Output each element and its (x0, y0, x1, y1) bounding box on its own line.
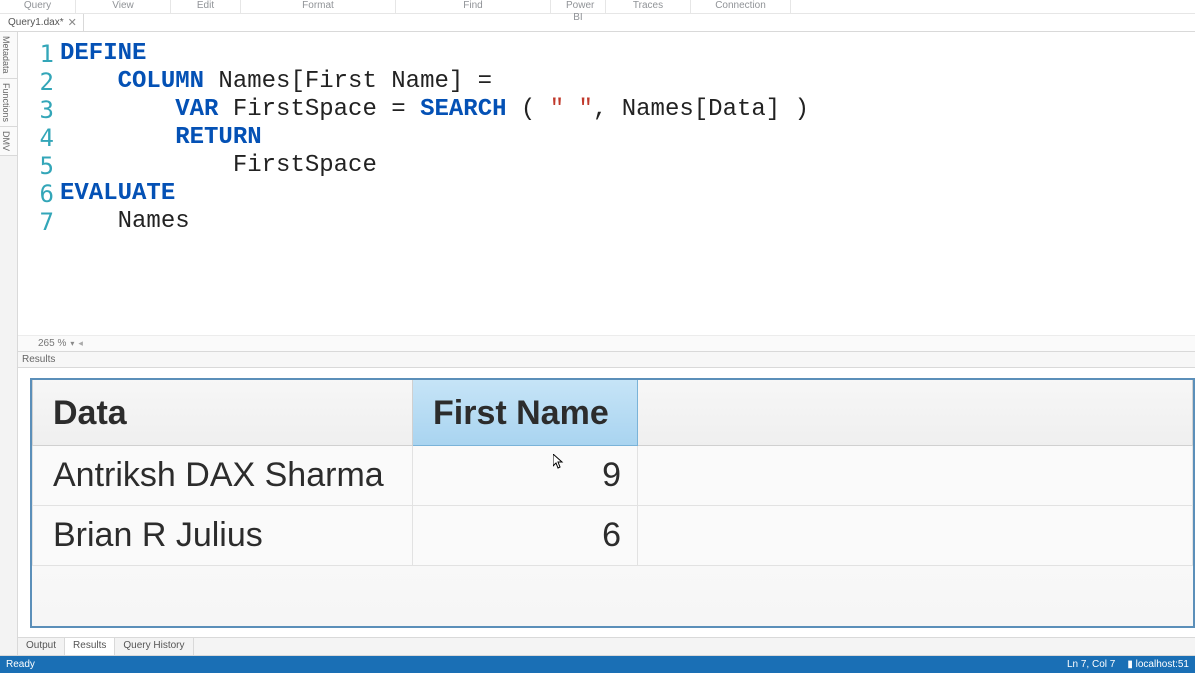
tab-query1[interactable]: Query1.dax* ✕ (0, 14, 84, 31)
close-icon[interactable]: ✕ (68, 16, 77, 29)
chevron-down-icon[interactable]: ▾ (70, 339, 74, 348)
results-grid-area: Data First Name Antriksh DAX Sharma 9 Br (18, 368, 1195, 637)
tab-query-history[interactable]: Query History (115, 637, 193, 655)
line-number-gutter: 1 2 3 4 5 6 7 (18, 32, 58, 335)
menu-bar: Query View Edit Format Find Power BI Tra… (0, 0, 1195, 14)
cell-data[interactable]: Brian R Julius (33, 506, 413, 566)
editor-panel: 1 2 3 4 5 6 7 DEFINE COLUMN Names[First … (18, 32, 1195, 352)
column-header-data[interactable]: Data (33, 380, 413, 446)
document-tab-bar: Query1.dax* ✕ (0, 14, 1195, 32)
left-sidebar: Metadata Functions DMV (0, 32, 18, 655)
code-content[interactable]: DEFINE COLUMN Names[First Name] = VAR Fi… (58, 32, 1195, 335)
scroll-left-icon[interactable]: ◂ (78, 338, 83, 349)
sidebar-dmv[interactable]: DMV (0, 127, 17, 156)
cell-first-name[interactable]: 6 (413, 506, 638, 566)
menu-query[interactable]: Query (0, 0, 76, 13)
tab-label: Query1.dax* (8, 17, 64, 28)
menu-connection[interactable]: Connection (691, 0, 791, 13)
cell-data[interactable]: Antriksh DAX Sharma (33, 446, 413, 506)
table-row[interactable]: Antriksh DAX Sharma 9 (33, 446, 1193, 506)
editor-zoom-bar: 265 % ▾ ◂ (18, 335, 1195, 351)
menu-edit[interactable]: Edit (171, 0, 241, 13)
status-cursor-location: Ln 7, Col 7 (1067, 659, 1115, 670)
tab-results[interactable]: Results (65, 637, 115, 655)
menu-powerbi[interactable]: Power BI (551, 0, 606, 13)
menu-view[interactable]: View (76, 0, 171, 13)
results-tab-bar: Output Results Query History (18, 637, 1195, 655)
cell-first-name[interactable]: 9 (413, 446, 638, 506)
column-header-empty (638, 380, 1193, 446)
tab-output[interactable]: Output (18, 637, 65, 655)
zoom-level[interactable]: 265 % (38, 338, 66, 349)
results-panel-header: Results (18, 352, 1195, 368)
table-row[interactable]: Brian R Julius 6 (33, 506, 1193, 566)
column-header-first-name[interactable]: First Name (413, 380, 638, 446)
menu-find[interactable]: Find (396, 0, 551, 13)
cell-empty (638, 506, 1193, 566)
results-panel-title: Results (22, 354, 55, 365)
code-editor[interactable]: 1 2 3 4 5 6 7 DEFINE COLUMN Names[First … (18, 32, 1195, 335)
results-grid-border: Data First Name Antriksh DAX Sharma 9 Br (30, 378, 1195, 628)
status-bar: Ready Ln 7, Col 7 ▮ localhost:51 (0, 656, 1195, 673)
status-connection: ▮ localhost:51 (1127, 659, 1189, 670)
main-split: Metadata Functions DMV 1 2 3 4 5 6 7 DEF… (0, 32, 1195, 656)
sidebar-functions[interactable]: Functions (0, 79, 17, 127)
results-table[interactable]: Data First Name Antriksh DAX Sharma 9 Br (32, 380, 1193, 566)
status-ready: Ready (6, 659, 1067, 670)
menu-traces[interactable]: Traces (606, 0, 691, 13)
cell-empty (638, 446, 1193, 506)
menu-format[interactable]: Format (241, 0, 396, 13)
sidebar-metadata[interactable]: Metadata (0, 32, 17, 79)
content-column: 1 2 3 4 5 6 7 DEFINE COLUMN Names[First … (18, 32, 1195, 655)
